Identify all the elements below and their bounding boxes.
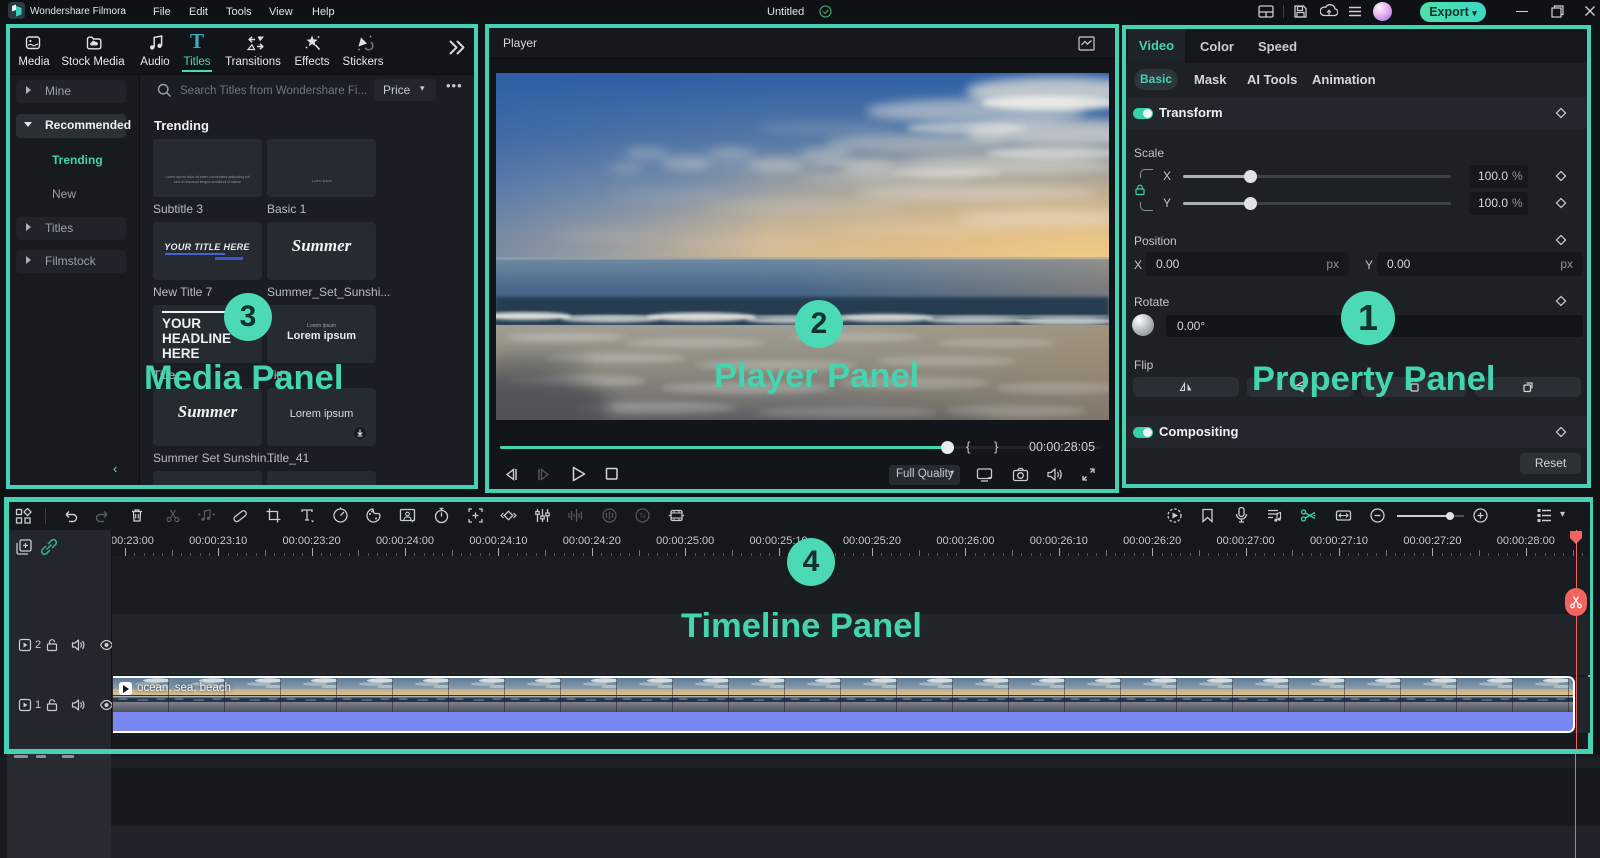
svg-text:Tx: Tx bbox=[639, 514, 646, 520]
